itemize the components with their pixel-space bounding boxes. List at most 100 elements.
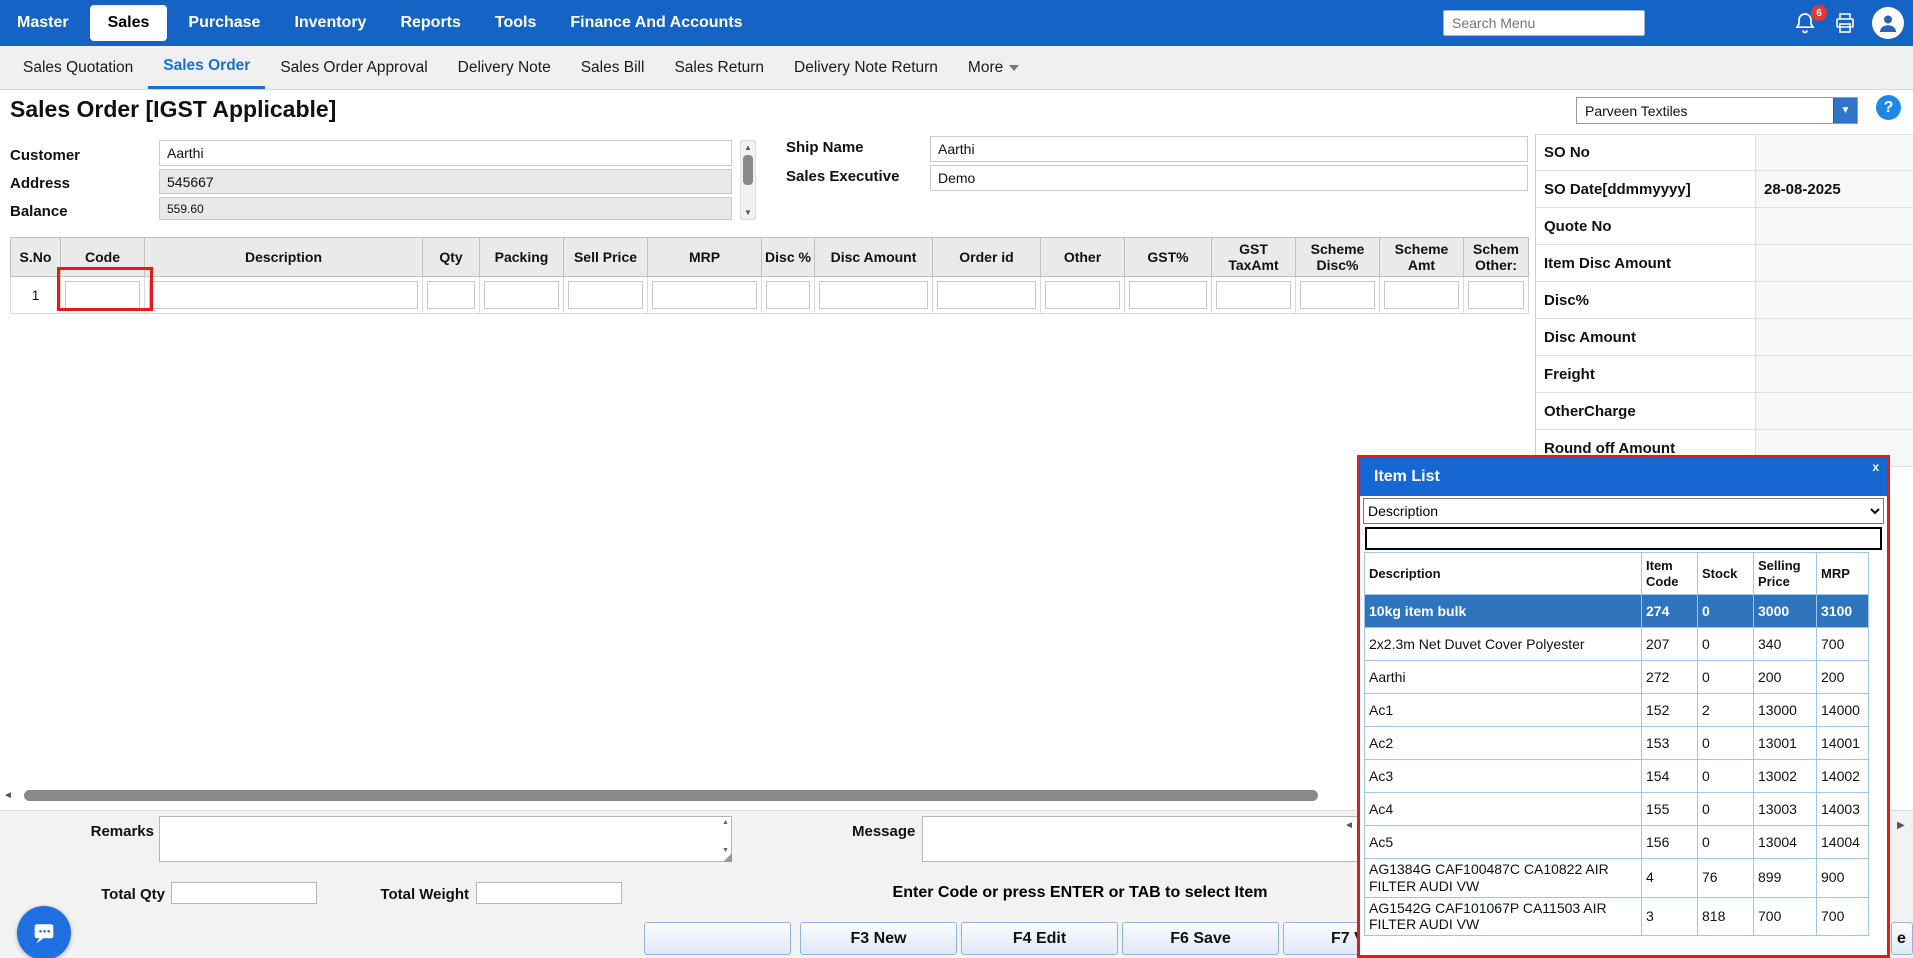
nav-item-master[interactable]: Master [0, 0, 86, 46]
code-input[interactable] [65, 281, 140, 309]
item-selling-price[interactable]: 3000 [1754, 595, 1817, 628]
item-selling-price[interactable]: 13002 [1754, 760, 1817, 793]
row1-scheme-disc-cell[interactable] [1296, 277, 1380, 314]
so-date-value[interactable]: 28-08-2025 [1755, 171, 1913, 207]
disc-amount-input[interactable] [819, 281, 928, 309]
gst-taxamt-input[interactable] [1216, 281, 1291, 309]
row1-mrp-cell[interactable] [648, 277, 762, 314]
total-qty-input[interactable] [171, 882, 317, 904]
row1-gst-pct-cell[interactable] [1125, 277, 1212, 314]
item-description[interactable]: Ac1 [1365, 694, 1642, 727]
item-mrp[interactable]: 14002 [1817, 760, 1869, 793]
scheme-other-input[interactable] [1468, 281, 1524, 309]
item-code[interactable]: 4 [1642, 859, 1698, 898]
item-code[interactable]: 3 [1642, 897, 1698, 936]
item-row[interactable]: Ac315401300214002 [1365, 760, 1869, 793]
partial-button-fragment[interactable]: e [1891, 922, 1913, 955]
item-selling-price[interactable]: 899 [1754, 859, 1817, 898]
user-avatar[interactable] [1872, 7, 1904, 39]
quote-no-value[interactable] [1755, 208, 1913, 244]
item-description[interactable]: Ac4 [1365, 793, 1642, 826]
item-row[interactable]: Ac215301300114001 [1365, 727, 1869, 760]
item-description[interactable]: Aarthi [1365, 661, 1642, 694]
scroll-up-icon[interactable]: ▲ [744, 141, 752, 154]
search-menu-input[interactable] [1443, 10, 1645, 36]
item-stock[interactable]: 76 [1698, 859, 1754, 898]
row1-qty-cell[interactable] [423, 277, 480, 314]
tab-delivery-note-return[interactable]: Delivery Note Return [779, 46, 953, 89]
item-code[interactable]: 155 [1642, 793, 1698, 826]
scrollbar-thumb[interactable] [743, 155, 753, 185]
row1-code-cell[interactable] [61, 277, 145, 314]
company-dropdown-arrow-icon[interactable]: ▼ [1833, 98, 1857, 123]
item-code[interactable]: 272 [1642, 661, 1698, 694]
description-input[interactable] [149, 281, 418, 309]
total-weight-input[interactable] [476, 882, 622, 904]
item-stock[interactable]: 0 [1698, 661, 1754, 694]
tab-more[interactable]: More [953, 46, 1034, 89]
item-description[interactable]: 2x2.3m Net Duvet Cover Polyester [1365, 628, 1642, 661]
row1-scheme-amt-cell[interactable] [1380, 277, 1464, 314]
item-description[interactable]: Ac3 [1365, 760, 1642, 793]
qty-input[interactable] [427, 281, 475, 309]
item-stock[interactable]: 0 [1698, 826, 1754, 859]
row1-sell-price-cell[interactable] [564, 277, 648, 314]
row1-packing-cell[interactable] [480, 277, 564, 314]
so-no-value[interactable] [1755, 135, 1913, 170]
scroll-left-icon[interactable]: ◄ [3, 790, 13, 801]
disc-pct-value[interactable] [1755, 282, 1913, 318]
tab-sales-order-approval[interactable]: Sales Order Approval [265, 46, 442, 89]
item-code[interactable]: 152 [1642, 694, 1698, 727]
row1-description-cell[interactable] [145, 277, 423, 314]
blank-button[interactable] [644, 922, 791, 955]
item-row[interactable]: AG1542G CAF101067P CA11503 AIR FILTER AU… [1365, 897, 1869, 936]
company-dropdown[interactable]: Parveen Textiles ▼ [1576, 97, 1858, 124]
item-description[interactable]: Ac2 [1365, 727, 1642, 760]
ship-name-field[interactable]: Aarthi [930, 136, 1528, 162]
f3-new-button[interactable]: F3 New [800, 922, 957, 955]
tab-sales-bill[interactable]: Sales Bill [566, 46, 660, 89]
item-row-selected[interactable]: 10kg item bulk274030003100 [1365, 595, 1869, 628]
nav-item-sales[interactable]: Sales [90, 5, 168, 41]
item-stock[interactable]: 0 [1698, 595, 1754, 628]
nav-item-inventory[interactable]: Inventory [277, 0, 383, 46]
item-list-search-input[interactable] [1365, 527, 1882, 550]
item-disc-amount-value[interactable] [1755, 245, 1913, 281]
item-description[interactable]: 10kg item bulk [1365, 595, 1642, 628]
other-input[interactable] [1045, 281, 1120, 309]
sales-executive-field[interactable]: Demo [930, 165, 1528, 191]
disc-pct-input[interactable] [766, 281, 810, 309]
row1-other-cell[interactable] [1041, 277, 1125, 314]
item-stock[interactable]: 0 [1698, 628, 1754, 661]
horizontal-scrollbar-thumb[interactable] [24, 790, 1318, 801]
row1-gst-taxamt-cell[interactable] [1212, 277, 1296, 314]
scroll-down-icon[interactable]: ▼ [744, 206, 752, 219]
item-description[interactable]: Ac5 [1365, 826, 1642, 859]
row1-disc-amount-cell[interactable] [815, 277, 933, 314]
item-description[interactable]: AG1542G CAF101067P CA11503 AIR FILTER AU… [1365, 897, 1642, 936]
item-code[interactable]: 207 [1642, 628, 1698, 661]
remarks-resize-handle[interactable] [723, 853, 732, 862]
scheme-disc-input[interactable] [1300, 281, 1375, 309]
customer-panel-scrollbar[interactable]: ▲ ▼ [740, 140, 756, 220]
item-description[interactable]: AG1384G CAF100487C CA10822 AIR FILTER AU… [1365, 859, 1642, 898]
f6-save-button[interactable]: F6 Save [1122, 922, 1279, 955]
scheme-amt-input[interactable] [1384, 281, 1459, 309]
tab-sales-return[interactable]: Sales Return [659, 46, 779, 89]
tab-delivery-note[interactable]: Delivery Note [443, 46, 566, 89]
item-code[interactable]: 156 [1642, 826, 1698, 859]
close-icon[interactable]: x [1872, 460, 1879, 474]
item-stock[interactable]: 2 [1698, 694, 1754, 727]
customer-field[interactable]: Aarthi [159, 140, 732, 166]
item-mrp[interactable]: 700 [1817, 628, 1869, 661]
item-stock[interactable]: 0 [1698, 727, 1754, 760]
item-mrp[interactable]: 700 [1817, 897, 1869, 936]
item-selling-price[interactable]: 200 [1754, 661, 1817, 694]
item-list-filter-select[interactable]: Description [1363, 498, 1884, 524]
lower-scroll-right-icon[interactable]: ▶ [1897, 820, 1905, 831]
nav-item-tools[interactable]: Tools [478, 0, 553, 46]
item-mrp[interactable]: 3100 [1817, 595, 1869, 628]
tab-sales-quotation[interactable]: Sales Quotation [8, 46, 148, 89]
item-selling-price[interactable]: 13001 [1754, 727, 1817, 760]
address-field[interactable]: 545667 [159, 169, 732, 194]
